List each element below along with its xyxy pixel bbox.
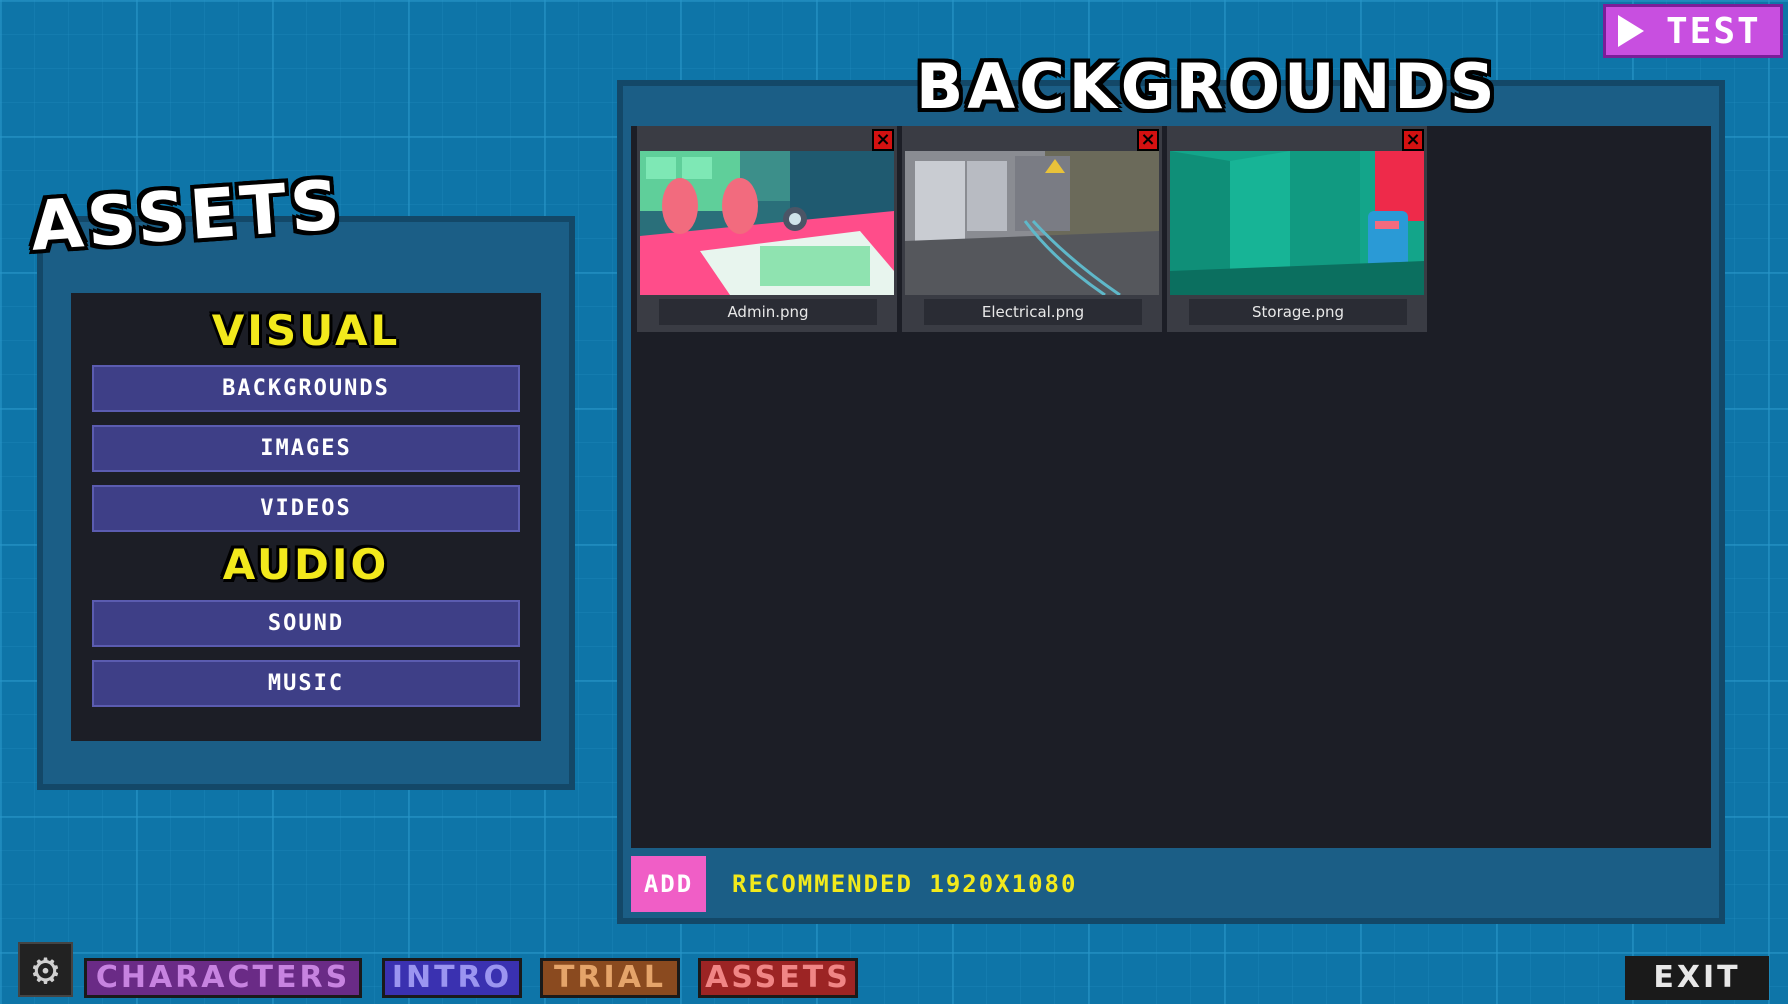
add-button[interactable]: ADD: [631, 856, 706, 912]
tab-trial[interactable]: TRIAL: [540, 958, 680, 998]
delete-electrical-button[interactable]: ×: [1137, 129, 1159, 151]
thumbnail-image: [905, 151, 1159, 295]
settings-button[interactable]: ⚙: [18, 942, 73, 997]
test-button[interactable]: TEST: [1603, 4, 1783, 58]
test-label: TEST: [1666, 10, 1761, 52]
background-item[interactable]: × Admin.png: [637, 126, 897, 332]
tab-characters[interactable]: CHARACTERS: [84, 958, 362, 998]
music-button[interactable]: MUSIC: [92, 660, 520, 707]
videos-button[interactable]: VIDEOS: [92, 485, 520, 532]
gear-icon: ⚙: [32, 944, 59, 995]
thumbnail-image: [1170, 151, 1424, 295]
close-icon: ×: [1405, 129, 1421, 150]
audio-heading: AUDIO: [222, 540, 390, 589]
play-icon: [1618, 15, 1644, 47]
delete-admin-button[interactable]: ×: [872, 129, 894, 151]
close-icon: ×: [875, 129, 891, 150]
background-item[interactable]: × Electrical.png: [902, 126, 1162, 332]
thumbnail-name: Admin.png: [659, 299, 877, 325]
tab-assets[interactable]: ASSETS: [698, 958, 858, 998]
thumbnail-image: [640, 151, 894, 295]
exit-button[interactable]: EXIT: [1625, 956, 1769, 1000]
close-icon: ×: [1140, 129, 1156, 150]
visual-heading: VISUAL: [211, 306, 401, 355]
images-button[interactable]: IMAGES: [92, 425, 520, 472]
backgrounds-title: BACKGROUNDS: [916, 50, 1499, 123]
background-item[interactable]: × Storage.png: [1167, 126, 1427, 332]
recommended-size-text: RECOMMENDED 1920X1080: [732, 870, 1078, 898]
backgrounds-button[interactable]: BACKGROUNDS: [92, 365, 520, 412]
thumbnail-name: Electrical.png: [924, 299, 1142, 325]
sound-button[interactable]: SOUND: [92, 600, 520, 647]
tab-intro[interactable]: INTRO: [382, 958, 522, 998]
delete-storage-button[interactable]: ×: [1402, 129, 1424, 151]
thumbnail-name: Storage.png: [1189, 299, 1407, 325]
